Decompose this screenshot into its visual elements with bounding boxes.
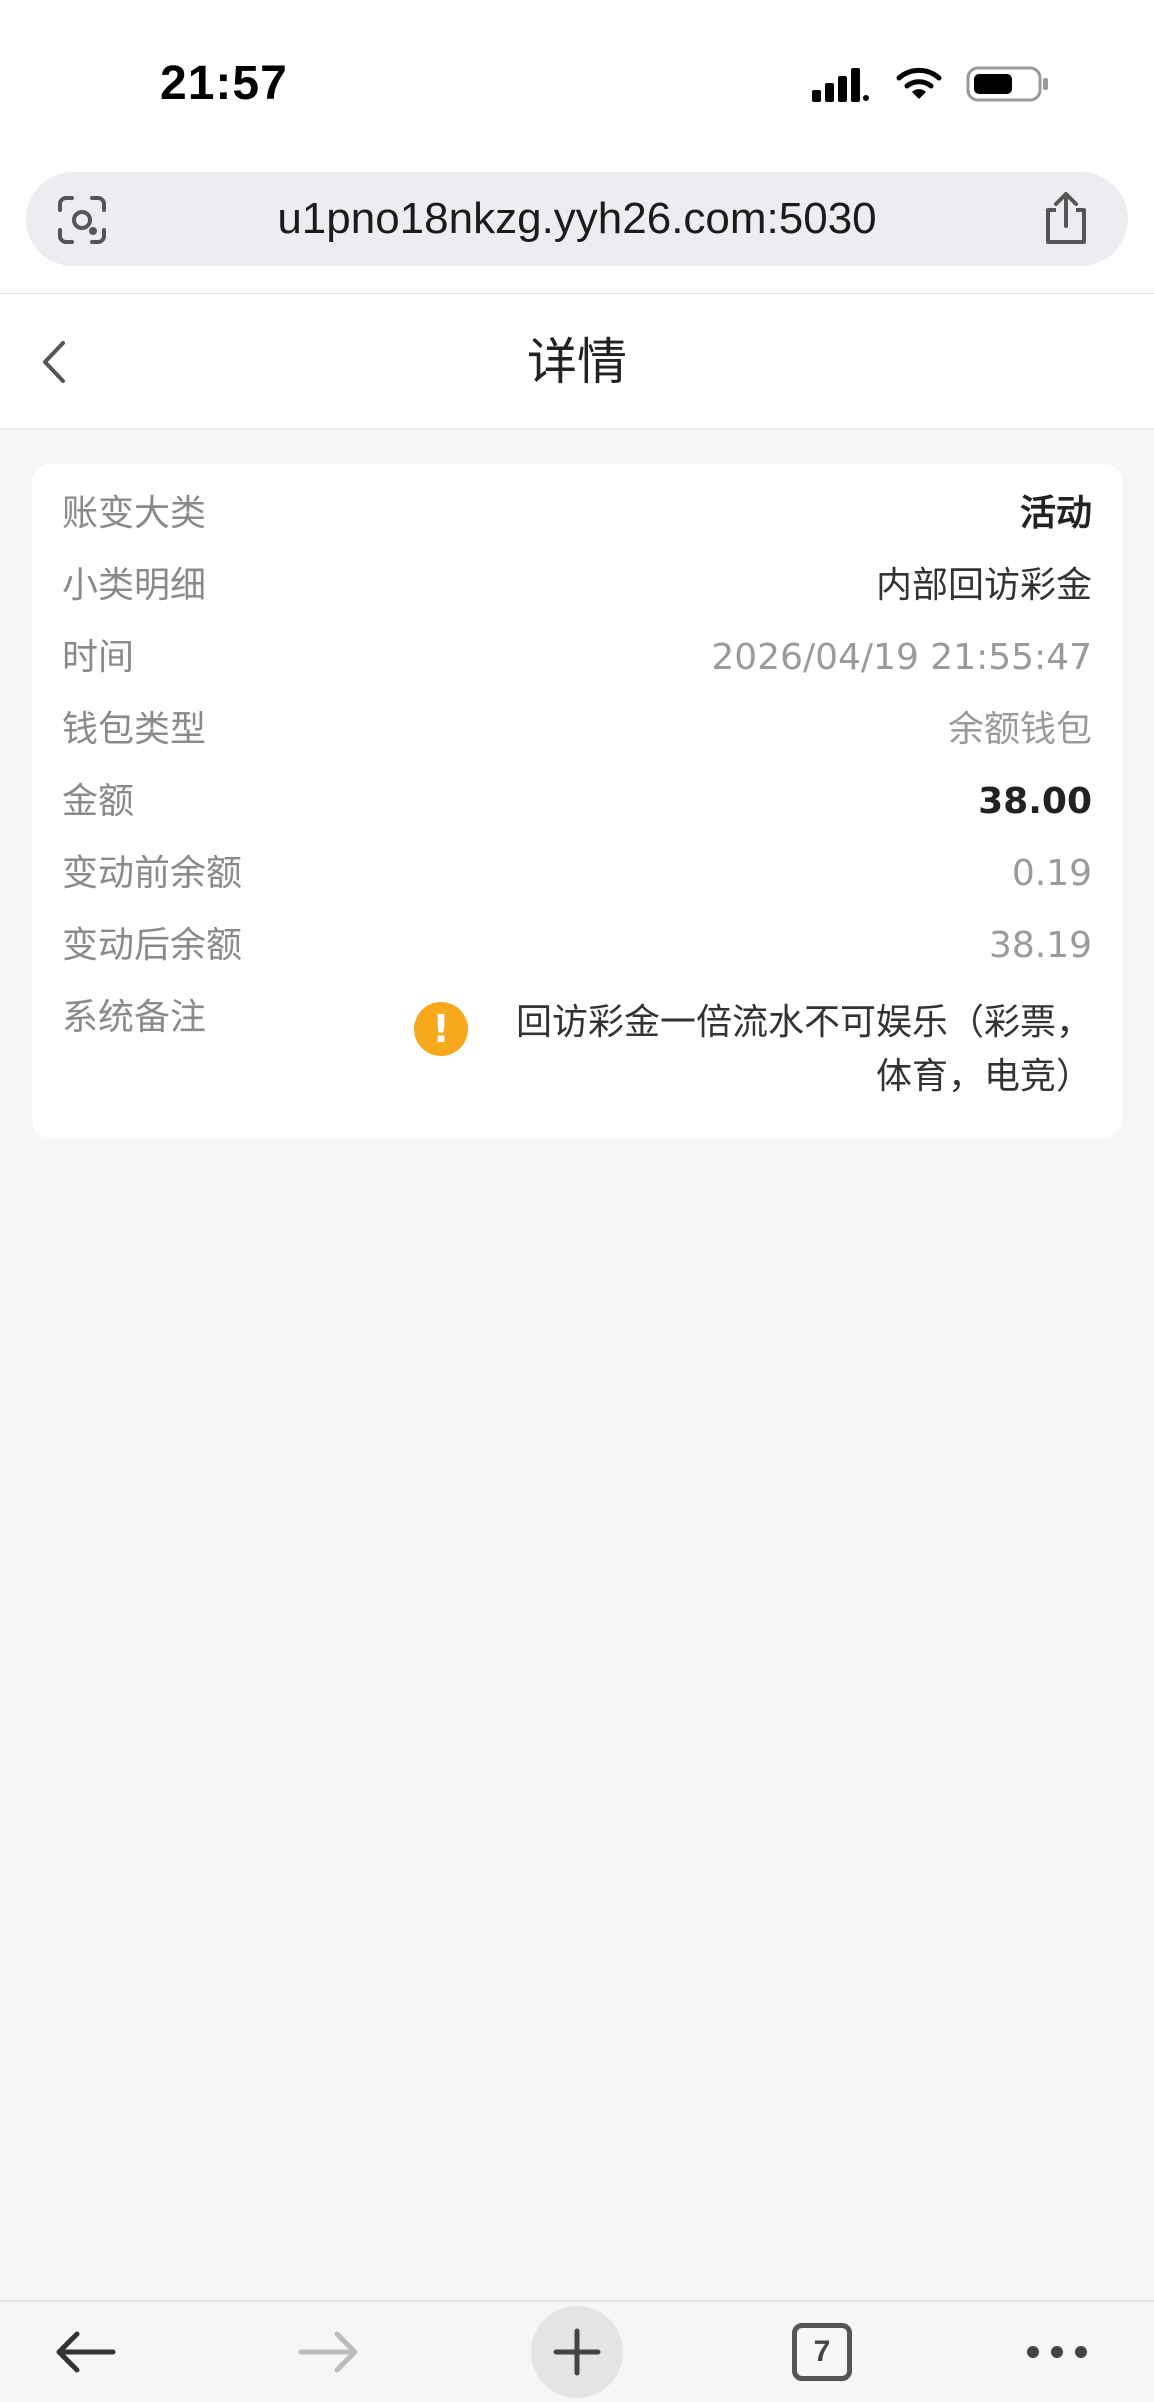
row-label: 时间	[62, 637, 135, 678]
status-time: 21:57	[160, 57, 288, 110]
row-value: 38.00	[978, 781, 1092, 822]
row-subcategory: 小类明细 内部回访彩金	[62, 550, 1092, 622]
warning-icon: !	[414, 1002, 468, 1056]
battery-icon	[966, 66, 1048, 102]
row-value: 活动	[1019, 493, 1092, 534]
row-balance-before: 变动前余额 0.19	[62, 838, 1092, 910]
row-label: 账变大类	[62, 493, 207, 534]
row-label: 变动后余额	[62, 925, 243, 966]
chevron-left-icon	[43, 341, 65, 383]
row-label: 小类明细	[62, 565, 207, 606]
row-amount: 金额 38.00	[62, 766, 1092, 838]
row-balance-after: 变动后余额 38.19	[62, 910, 1092, 982]
tab-count: 7	[792, 2323, 852, 2381]
new-tab-button[interactable]	[530, 2302, 624, 2402]
more-menu-button[interactable]	[1012, 2302, 1102, 2402]
arrow-left-icon	[56, 2331, 116, 2373]
plus-icon	[553, 2328, 601, 2376]
status-icons	[812, 62, 1050, 106]
row-label: 变动前余额	[62, 853, 243, 894]
row-wallet-type: 钱包类型 余额钱包	[62, 694, 1092, 766]
status-bar: 21:57	[0, 0, 1154, 168]
browser-forward-button[interactable]	[284, 2302, 374, 2402]
row-category: 账变大类 活动	[62, 478, 1092, 550]
row-value: 38.19	[988, 925, 1092, 966]
row-label: 钱包类型	[62, 709, 207, 750]
share-icon[interactable]	[1040, 190, 1092, 246]
row-label: 金额	[62, 781, 135, 822]
row-time: 时间 2026/04/19 21:55:47	[62, 622, 1092, 694]
plus-circle	[531, 2306, 623, 2398]
detail-card: 账变大类 活动 小类明细 内部回访彩金 时间 2026/04/19 21:55:…	[32, 464, 1122, 1138]
row-value: 回访彩金一倍流水不可娱乐（彩票，体育，电竞）	[515, 1002, 1092, 1097]
wifi-icon	[896, 67, 942, 99]
back-button[interactable]	[24, 324, 84, 400]
row-value: 0.19	[1011, 853, 1092, 894]
address-bar[interactable]: u1pno18nkzg.yyh26.com:5030	[26, 172, 1128, 266]
row-value: 余额钱包	[947, 709, 1092, 750]
row-system-note: 系统备注 ! 回访彩金一倍流水不可娱乐（彩票，体育，电竞）	[62, 982, 1092, 1112]
more-dots-icon	[1027, 2346, 1087, 2358]
browser-back-button[interactable]	[40, 2302, 130, 2402]
url-text[interactable]: u1pno18nkzg.yyh26.com:5030	[26, 172, 1128, 266]
tabs-button[interactable]: 7	[786, 2302, 858, 2402]
cellular-signal-icon	[812, 68, 869, 102]
page-title: 详情	[527, 333, 627, 391]
arrow-right-icon	[298, 2331, 358, 2373]
row-label: 系统备注	[62, 997, 207, 1038]
page-header: 详情	[0, 294, 1154, 430]
row-value: 内部回访彩金	[875, 565, 1092, 606]
row-value: 2026/04/19 21:55:47	[711, 637, 1092, 678]
browser-bottom-bar: 7	[0, 2300, 1154, 2400]
browser-toolbar: u1pno18nkzg.yyh26.com:5030	[0, 168, 1154, 294]
